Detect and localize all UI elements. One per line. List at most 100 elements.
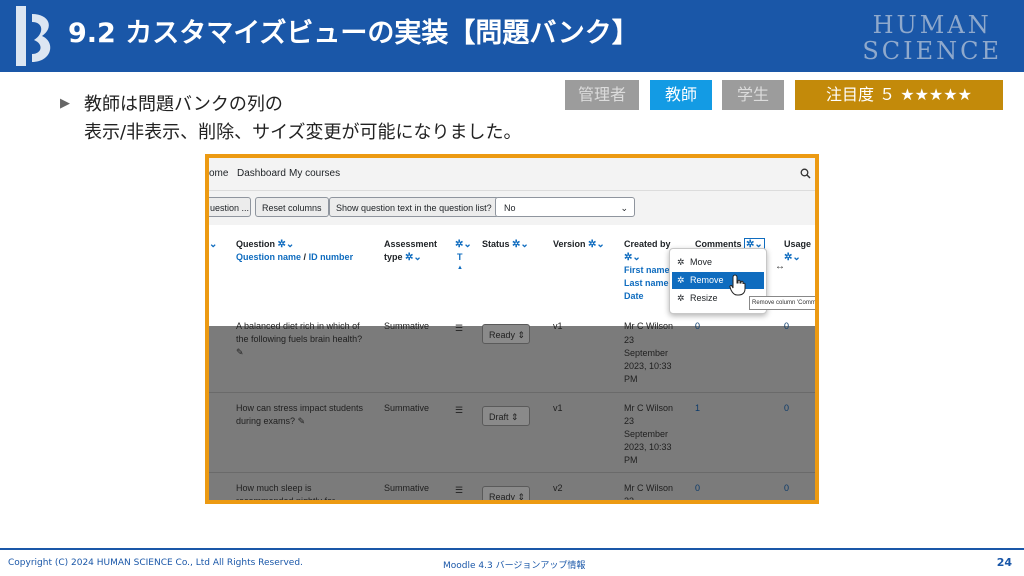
- gear-icon[interactable]: ✲⌄: [405, 252, 422, 263]
- badge-teacher: 教師: [650, 80, 712, 110]
- creator-name: Mr C Wilson: [624, 483, 673, 493]
- header-assessment-type-label: type: [384, 252, 403, 262]
- created-date: 23: [624, 416, 635, 426]
- created-date: 23: [624, 496, 635, 504]
- gear-icon: ✲: [677, 293, 685, 303]
- assessment-type: Summative: [384, 483, 430, 493]
- assessment-type: Summative: [384, 403, 430, 413]
- version: v1: [553, 403, 563, 413]
- header-version: Version ✲⌄: [553, 238, 605, 251]
- status-select[interactable]: Ready ⇕: [482, 324, 530, 344]
- header-question-label: Question: [236, 239, 276, 249]
- gear-icon: ✲: [677, 275, 685, 285]
- comments-count[interactable]: 0: [695, 320, 700, 333]
- gear-icon[interactable]: ✲⌄: [624, 251, 641, 264]
- list-icon[interactable]: ☰: [455, 322, 463, 335]
- usage-count[interactable]: 0: [784, 320, 789, 333]
- sort-first-name-link[interactable]: First name: [624, 264, 670, 277]
- assessment-type: Summative: [384, 321, 430, 331]
- created-date: PM: [624, 455, 638, 465]
- description-line-1: 教師は問題バンクの列の: [84, 94, 283, 115]
- version: v1: [553, 321, 563, 331]
- header-assessment-type: type ✲⌄: [384, 251, 422, 264]
- header-created-by: Created by: [624, 239, 671, 249]
- header-question: Question ✲⌄: [236, 238, 294, 251]
- footer-divider: [0, 548, 1024, 550]
- header-version-label: Version: [553, 239, 586, 249]
- badge-attention: 注目度 ５ ★★★★★: [795, 80, 1003, 110]
- slide-title: 9.2 カスタマイズビューの実装【問題バンク】: [68, 18, 639, 49]
- company-logo-icon: [16, 6, 51, 66]
- list-icon[interactable]: ☰: [455, 484, 463, 497]
- menu-item-label: Move: [690, 257, 713, 267]
- question-text[interactable]: recommended nightly for: [236, 495, 335, 500]
- header-question-sort: Question name / ID number: [236, 251, 353, 264]
- header-assessment: Assessment: [384, 239, 438, 249]
- list-icon[interactable]: ☰: [455, 404, 463, 417]
- gear-icon[interactable]: ✲⌄: [512, 239, 529, 250]
- slide-header: 9.2 カスタマイズビューの実装【問題バンク】 HUMAN SCIENCE: [0, 0, 1024, 72]
- tooltip: Remove column 'Comme: [749, 296, 815, 310]
- pencil-icon[interactable]: ✎: [236, 346, 244, 359]
- header-slash: /: [303, 252, 307, 262]
- moodle-screenshot: ome Dashboard My courses uestion ... Res…: [205, 154, 819, 504]
- sort-id-number-link[interactable]: ID number: [309, 252, 354, 262]
- gear-icon: ✲: [677, 257, 685, 267]
- sort-date-link[interactable]: Date: [624, 290, 644, 303]
- nav-home[interactable]: ome: [209, 168, 228, 179]
- sort-question-name-link[interactable]: Question name: [236, 252, 301, 262]
- gear-icon[interactable]: ✲⌄: [588, 239, 605, 250]
- sort-last-name-link[interactable]: Last name: [624, 277, 669, 290]
- row-divider: [209, 472, 815, 473]
- nav-my-courses[interactable]: My courses: [289, 168, 340, 179]
- gear-icon[interactable]: ✲⌄: [784, 251, 801, 264]
- question-text[interactable]: How much sleep is: [236, 482, 312, 495]
- question-text[interactable]: the following fuels brain health?: [236, 333, 362, 346]
- chevron-down-icon: ⌄: [620, 203, 628, 213]
- select-value: No: [504, 203, 516, 213]
- usage-count[interactable]: 0: [784, 482, 789, 495]
- header-usage: Usage: [784, 239, 812, 249]
- brand-line-1: HUMAN: [872, 11, 992, 39]
- reset-columns-button[interactable]: Reset columns: [255, 197, 329, 217]
- created-date: September: [624, 348, 669, 358]
- triangle-right-icon: ▶: [60, 96, 70, 111]
- created-date: 2023, 10:33: [624, 442, 672, 452]
- gear-icon[interactable]: ✲⌄: [455, 238, 472, 251]
- search-icon[interactable]: [800, 168, 811, 179]
- show-question-text-button[interactable]: Show question text in the question list?: [329, 197, 499, 217]
- header-status: Status ✲⌄: [482, 238, 529, 251]
- resize-icon[interactable]: ↔: [775, 261, 785, 272]
- question-text[interactable]: How can stress impact students: [236, 402, 363, 415]
- footer-copyright: Copyright (C) 2024 HUMAN SCIENCE Co., Lt…: [8, 558, 303, 568]
- creator-name: Mr C Wilson: [624, 321, 673, 331]
- comments-count[interactable]: 0: [695, 482, 700, 495]
- show-question-text-select[interactable]: No ⌄: [495, 197, 635, 217]
- question-text[interactable]: during exams? ✎: [236, 415, 305, 428]
- status-select[interactable]: Ready ⇕: [482, 486, 530, 500]
- moodle-navbar: ome Dashboard My courses: [209, 158, 815, 191]
- badge-student: 学生: [722, 80, 784, 110]
- question-text[interactable]: A balanced diet rich in which of: [236, 320, 360, 333]
- question-button[interactable]: uestion ...: [209, 197, 251, 217]
- menu-item-label: Remove: [690, 275, 724, 285]
- menu-item-remove[interactable]: ✲ Remove: [672, 272, 764, 289]
- created-date: 2023, 10:33: [624, 361, 672, 371]
- menu-item-move[interactable]: ✲ Move: [672, 254, 764, 271]
- page-number: 24: [996, 556, 1012, 569]
- col0-chevron-icon[interactable]: ⌄: [209, 238, 217, 251]
- badge-admin: 管理者: [565, 80, 639, 110]
- header-status-label: Status: [482, 239, 510, 249]
- question-table-body: A balanced diet rich in which of the fol…: [209, 321, 815, 500]
- sort-ascending-icon: ▲: [457, 265, 463, 271]
- created-date: 23: [624, 335, 635, 345]
- menu-item-label: Resize: [690, 293, 718, 303]
- nav-dashboard[interactable]: Dashboard: [237, 168, 286, 179]
- created-date: September: [624, 429, 669, 439]
- usage-count[interactable]: 0: [784, 402, 789, 415]
- comments-count[interactable]: 1: [695, 402, 700, 415]
- status-select[interactable]: Draft ⇕: [482, 406, 530, 426]
- pencil-icon[interactable]: ✎: [298, 416, 306, 426]
- gear-icon[interactable]: ✲⌄: [278, 239, 295, 250]
- created-date: PM: [624, 374, 638, 384]
